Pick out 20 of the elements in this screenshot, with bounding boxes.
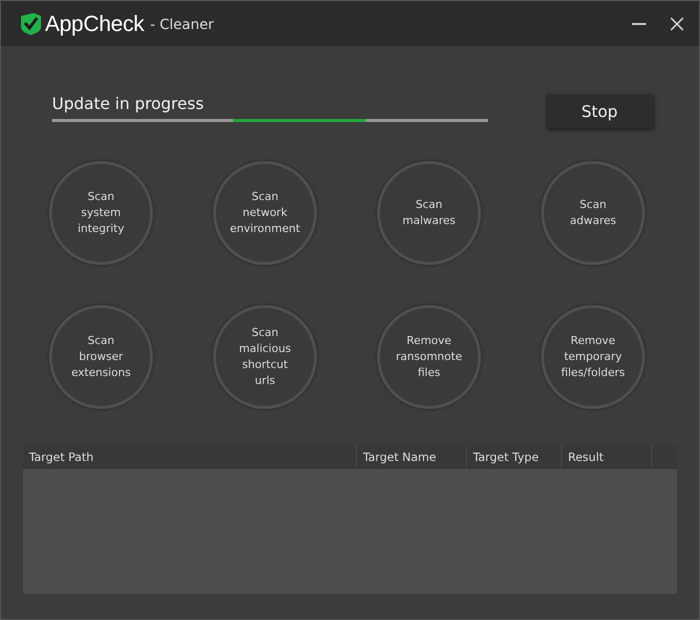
app-name: AppCheck	[45, 10, 144, 36]
column-header[interactable]: Target Name	[357, 445, 467, 469]
scan-action-button[interactable]: Scan browser extensions	[49, 305, 153, 409]
close-icon	[669, 16, 685, 32]
scan-action-button[interactable]: Scan malicious shortcut urls	[213, 305, 317, 409]
column-header[interactable]: Target Type	[467, 445, 562, 469]
shield-check-icon	[21, 12, 41, 34]
scan-action-button[interactable]: Scan malwares	[377, 161, 481, 265]
column-header[interactable]: Result	[562, 445, 652, 469]
window-title: - Cleaner	[150, 17, 214, 33]
stop-button[interactable]: Stop	[546, 94, 653, 128]
scan-action-button[interactable]: Remove ransomnote files	[377, 305, 481, 409]
progress-label: Update in progress	[52, 94, 205, 115]
scan-action-button[interactable]: Scan network environment	[213, 161, 317, 265]
scan-action-button[interactable]: Scan adwares	[541, 161, 645, 265]
close-button[interactable]	[669, 16, 685, 32]
scan-action-button[interactable]: Scan system integrity	[49, 161, 153, 265]
minimize-icon	[632, 22, 646, 24]
scan-action-button[interactable]: Remove temporary files/folders	[541, 305, 645, 409]
column-header[interactable]: Target Path	[23, 445, 357, 469]
